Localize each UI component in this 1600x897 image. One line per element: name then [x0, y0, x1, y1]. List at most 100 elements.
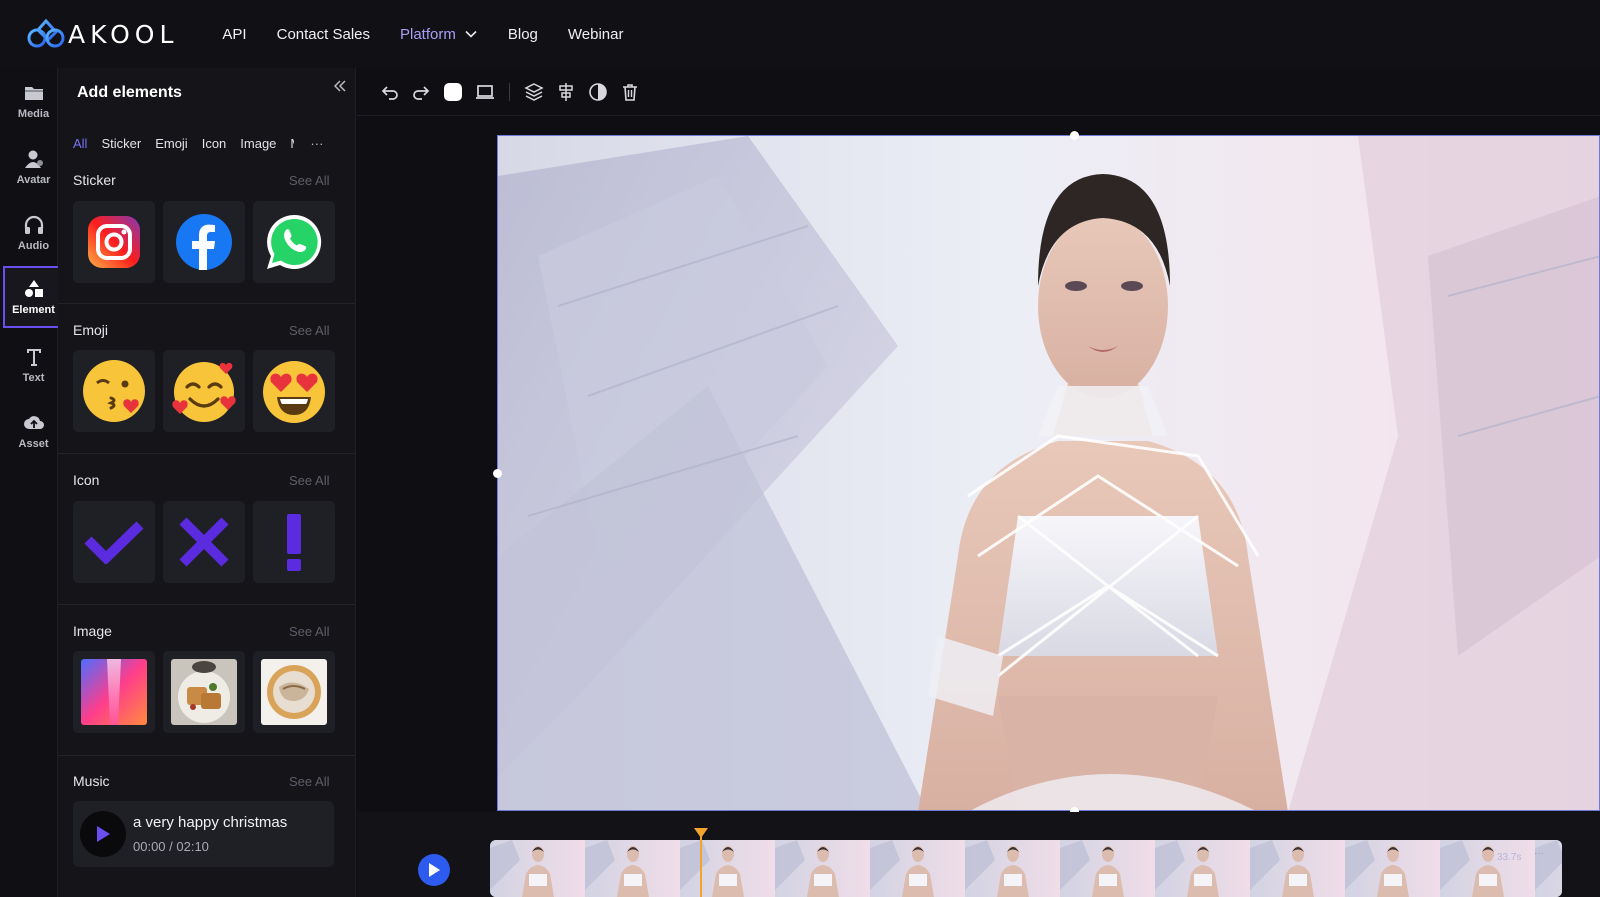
add-elements-panel: Add elements All Sticker Emoji Icon Imag… [58, 68, 356, 897]
nav-links: API Contact Sales Platform Blog Webinar [222, 26, 653, 43]
play-icon [97, 826, 110, 842]
toolbar-separator [509, 83, 510, 101]
clip-thumbnail [1060, 840, 1155, 897]
folder-icon [24, 87, 43, 100]
headphones-icon [24, 215, 43, 234]
logo-text: AKOOL [68, 19, 179, 49]
nav-link-api[interactable]: API [222, 26, 246, 43]
contrast-icon[interactable] [588, 82, 608, 102]
see-all-sticker-link[interactable]: See All [289, 173, 329, 188]
rail-item-text[interactable]: Text [3, 334, 64, 396]
avatar-scene-image [498, 136, 1599, 810]
undo-icon[interactable] [380, 82, 400, 102]
emoji-smiling-hearts[interactable] [163, 350, 245, 432]
nav-link-platform[interactable]: Platform [400, 26, 478, 43]
playhead[interactable] [700, 829, 702, 897]
see-all-icon-link[interactable]: See All [289, 473, 329, 488]
tab-music[interactable]: Music [290, 136, 294, 151]
image-gradient-corridor[interactable] [73, 651, 155, 733]
video-canvas[interactable] [497, 135, 1600, 811]
section-title-sticker: Sticker [73, 172, 116, 188]
redo-icon[interactable] [411, 82, 431, 102]
tool-rail: Media Avatar Audio Element Text Asset [0, 68, 64, 897]
clip-thumbnail [1250, 840, 1345, 897]
rail-item-avatar[interactable]: Avatar [3, 136, 64, 198]
top-navigation: AKOOL API Contact Sales Platform Blog We… [0, 0, 1600, 68]
rail-label: Text [22, 372, 45, 384]
section-divider [58, 453, 355, 454]
rail-label: Avatar [16, 174, 51, 186]
timeline-clip[interactable] [490, 840, 1562, 897]
see-all-music-link[interactable]: See All [289, 774, 329, 789]
facebook-icon [176, 214, 232, 270]
sticker-facebook[interactable] [163, 201, 245, 283]
icon-x[interactable] [163, 501, 245, 583]
music-track-item[interactable]: a very happy christmas 00:00 / 02:10 [73, 801, 334, 867]
emoji-kissing-face[interactable] [73, 350, 155, 432]
akool-logo[interactable]: AKOOL [26, 18, 178, 50]
whatsapp-icon [267, 214, 322, 269]
music-track-title: a very happy christmas [133, 814, 288, 831]
x-icon [179, 517, 229, 567]
nav-link-platform-label: Platform [400, 25, 456, 43]
section-title-music: Music [73, 773, 110, 789]
clip-thumbnail [1155, 840, 1250, 897]
clip-thumbnail [775, 840, 870, 897]
section-title-icon: Icon [73, 472, 100, 488]
collapse-panel-icon[interactable] [332, 78, 348, 94]
exclamation-icon [287, 514, 301, 571]
resize-handle-left[interactable] [493, 469, 502, 478]
play-icon [429, 863, 440, 877]
emoji-heart-eyes[interactable] [253, 350, 335, 432]
clip-thumbnail [965, 840, 1060, 897]
smiling-face-with-hearts-emoji [172, 362, 236, 422]
background-color-icon[interactable] [443, 82, 463, 102]
more-tabs-button[interactable]: ··· [310, 136, 323, 151]
playhead-marker[interactable] [694, 828, 708, 838]
avatar-icon [24, 150, 43, 168]
rail-item-audio[interactable]: Audio [3, 202, 64, 264]
timeline-play-button[interactable] [418, 854, 450, 886]
music-play-button[interactable] [80, 811, 126, 857]
nav-link-contact-sales[interactable]: Contact Sales [277, 26, 370, 43]
category-tabs: All Sticker Emoji Icon Image Music ··· [73, 136, 323, 151]
check-icon [84, 521, 144, 564]
tab-icon[interactable]: Icon [202, 136, 227, 151]
tab-emoji[interactable]: Emoji [155, 136, 188, 151]
tab-all[interactable]: All [73, 136, 87, 151]
align-icon[interactable] [556, 82, 576, 102]
food-bowl-image [261, 659, 327, 725]
icon-exclamation[interactable] [253, 501, 335, 583]
rail-item-asset[interactable]: Asset [3, 400, 64, 462]
resize-handle-top[interactable] [1070, 131, 1079, 140]
screen-icon[interactable] [475, 82, 495, 102]
clip-thumbnail [1345, 840, 1440, 897]
see-all-image-link[interactable]: See All [289, 624, 329, 639]
clip-thumbnail [680, 840, 775, 897]
tab-image[interactable]: Image [240, 136, 276, 151]
clip-menu-button[interactable]: ··· [1534, 848, 1554, 864]
cloud-upload-icon [23, 416, 44, 429]
section-divider [58, 604, 355, 605]
nav-link-blog[interactable]: Blog [508, 26, 538, 43]
clip-thumbnail [1440, 840, 1535, 897]
clip-duration: 33.7s [1497, 852, 1522, 863]
image-food-bowl[interactable] [253, 651, 335, 733]
nav-link-webinar[interactable]: Webinar [568, 26, 624, 43]
tab-sticker[interactable]: Sticker [101, 136, 141, 151]
trash-icon[interactable] [620, 82, 640, 102]
clip-thumbnail [870, 840, 965, 897]
section-divider [58, 755, 355, 756]
sticker-whatsapp[interactable] [253, 201, 335, 283]
see-all-emoji-link[interactable]: See All [289, 323, 329, 338]
rail-label: Asset [18, 438, 49, 450]
sticker-instagram[interactable] [73, 201, 155, 283]
instagram-icon [88, 216, 140, 268]
text-icon [26, 349, 41, 366]
clip-thumbnails [490, 840, 1562, 897]
rail-item-media[interactable]: Media [3, 70, 64, 132]
rail-item-element[interactable]: Element [3, 266, 64, 328]
layers-icon[interactable] [524, 82, 544, 102]
icon-check[interactable] [73, 501, 155, 583]
image-waffles-plate[interactable] [163, 651, 245, 733]
